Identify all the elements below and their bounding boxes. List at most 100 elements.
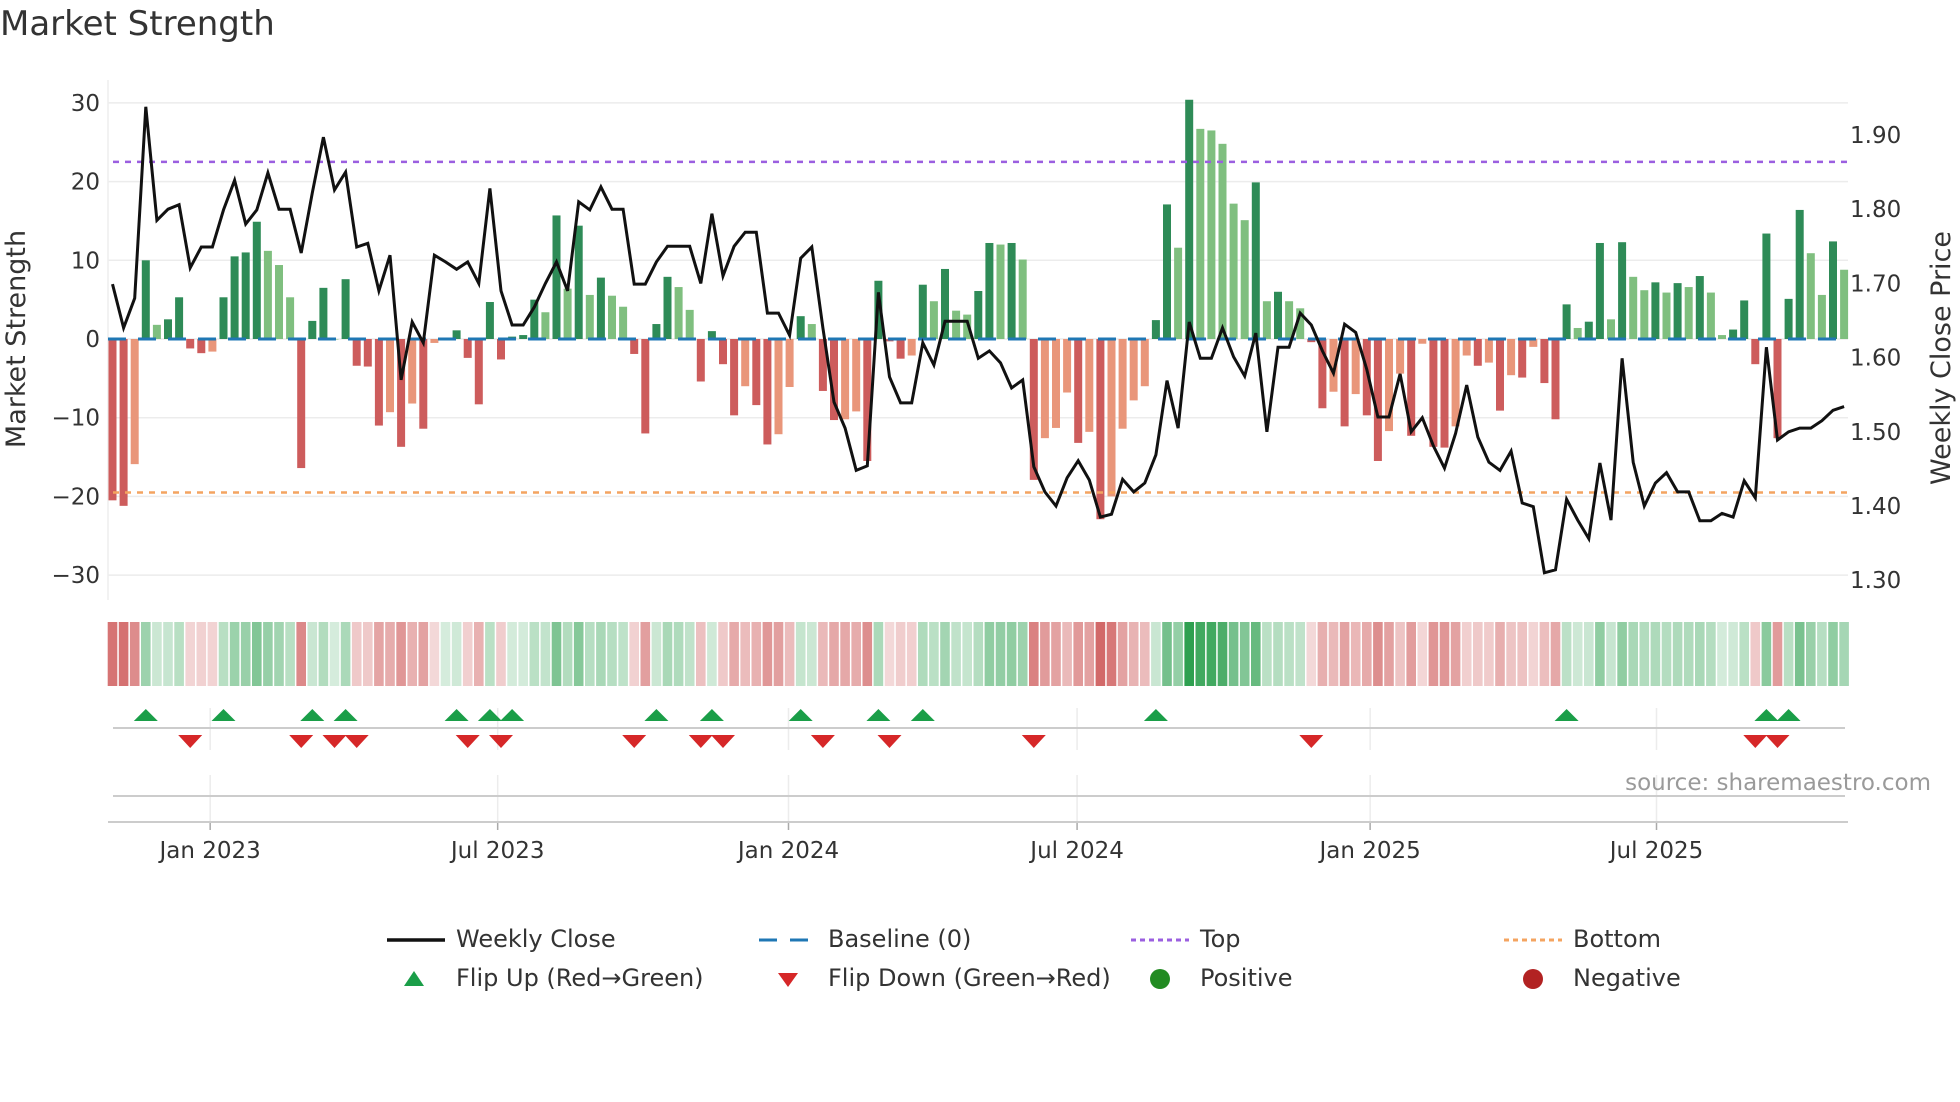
- heat-strip-cell: [1284, 622, 1294, 686]
- heat-strip-cell: [1228, 622, 1239, 686]
- strength-bar: [852, 339, 861, 412]
- heat-strip-cell: [1251, 622, 1261, 686]
- heat-strip-cell: [1295, 622, 1305, 686]
- heat-strip-cell: [1606, 622, 1616, 686]
- strength-bar: [352, 339, 361, 366]
- strength-bar: [1706, 292, 1715, 339]
- heat-strip-cell: [818, 622, 828, 686]
- heat-strip-cell: [1528, 622, 1539, 686]
- heat-strip-cell: [363, 622, 373, 686]
- strength-bar: [619, 306, 628, 339]
- heat-strip-cell: [207, 622, 218, 686]
- flip-up-marker: [1776, 709, 1801, 721]
- heat-strip-cell: [196, 622, 207, 686]
- circle-icon: [1523, 969, 1543, 989]
- strength-bar: [1196, 128, 1205, 339]
- heat-strip-cell: [1595, 622, 1605, 686]
- strength-bar: [130, 339, 139, 465]
- strength-bar: [974, 290, 983, 339]
- heat-strip-cell: [1040, 622, 1050, 686]
- heat-strip-cell: [1373, 622, 1383, 686]
- heat-strip-cell: [1572, 622, 1583, 686]
- strength-bar: [1262, 301, 1271, 339]
- flip-down-marker: [1021, 735, 1046, 748]
- strength-bar: [1551, 339, 1560, 420]
- strength-bar: [341, 279, 350, 339]
- heat-strip-cell: [1217, 622, 1228, 686]
- heat-strip-cell: [629, 622, 639, 686]
- heat-strip-cell: [1806, 622, 1816, 686]
- heat-strip-cell: [152, 622, 162, 686]
- heat-strip-cell: [1461, 622, 1472, 686]
- strength-bar: [1140, 339, 1149, 387]
- strength-bar: [1218, 143, 1227, 339]
- strength-bar: [663, 276, 672, 339]
- strength-bar: [1595, 242, 1604, 339]
- flip-up-marker: [699, 709, 724, 721]
- strength-bar: [186, 339, 195, 349]
- strength-bar: [1107, 339, 1116, 497]
- strength-bar: [1562, 304, 1571, 339]
- heat-strip-cell: [718, 622, 728, 686]
- y2-tick-label: 1.80: [1850, 197, 1901, 223]
- heat-strip-cell: [107, 622, 118, 686]
- strength-bar: [1151, 320, 1160, 339]
- strength-bar: [1440, 339, 1449, 448]
- y2-tick-label: 1.30: [1850, 568, 1901, 594]
- heat-strip-cell: [1173, 622, 1183, 686]
- flip-down-marker: [810, 735, 835, 748]
- positive-legend-icon: [1150, 969, 1170, 989]
- heat-strip-cell: [951, 622, 961, 686]
- strength-bar: [485, 302, 494, 339]
- heat-strip-cell: [1262, 622, 1272, 686]
- heat-strip-cell: [740, 622, 750, 686]
- heat-strip-cell: [1073, 622, 1083, 686]
- heat-strip-cell: [1128, 622, 1139, 686]
- strength-bar: [596, 277, 605, 339]
- heat-strip-cell: [840, 622, 850, 686]
- strength-bar: [752, 339, 761, 406]
- strength-bar: [763, 339, 772, 445]
- negative-legend-icon: [1523, 969, 1543, 989]
- strength-bar: [1673, 283, 1682, 339]
- circle-icon: [1150, 969, 1170, 989]
- heat-strip-cell: [451, 622, 462, 686]
- strength-bar: [208, 339, 217, 352]
- strength-bar: [685, 309, 694, 339]
- triangle-down-icon: [778, 973, 798, 987]
- heat-strip-cell: [1062, 622, 1072, 686]
- strength-bar: [419, 339, 428, 429]
- heat-strip-cell: [174, 622, 184, 686]
- heat-strip-cell: [729, 622, 739, 686]
- strength-bar: [807, 324, 816, 339]
- flip-up-marker: [910, 709, 935, 721]
- strength-bar: [1695, 276, 1704, 339]
- flip-down-marker: [178, 735, 203, 748]
- heat-strip-cell: [984, 622, 995, 686]
- strength-bar: [219, 297, 228, 339]
- strength-bar: [230, 256, 239, 339]
- strength-bar: [152, 324, 161, 339]
- strength-bar: [1829, 241, 1837, 339]
- strength-bar: [1473, 339, 1482, 366]
- heat-strip-cell: [1550, 622, 1561, 686]
- heat-strip-cell: [1306, 622, 1317, 686]
- flip-down-marker: [1765, 735, 1790, 748]
- strength-bar: [641, 339, 650, 434]
- strength-bar: [1418, 339, 1427, 344]
- source-credit: source: sharemaestro.com: [1625, 770, 1931, 796]
- heat-strip-cell: [751, 622, 762, 686]
- heat-strip-cell: [1140, 622, 1150, 686]
- y2-axis-title: Weekly Close Price: [1926, 231, 1957, 485]
- strength-bar: [1251, 182, 1260, 339]
- strength-bar: [1573, 327, 1582, 339]
- heat-strip-cell: [940, 622, 950, 686]
- strength-bar: [929, 301, 938, 339]
- flip-up-marker: [788, 709, 813, 721]
- strength-bar: [1429, 339, 1438, 447]
- strength-bar: [263, 250, 272, 339]
- heat-strip-cell: [229, 622, 240, 686]
- strength-bar: [1806, 253, 1815, 339]
- strength-bar: [1340, 339, 1349, 427]
- strength-bar: [497, 339, 505, 360]
